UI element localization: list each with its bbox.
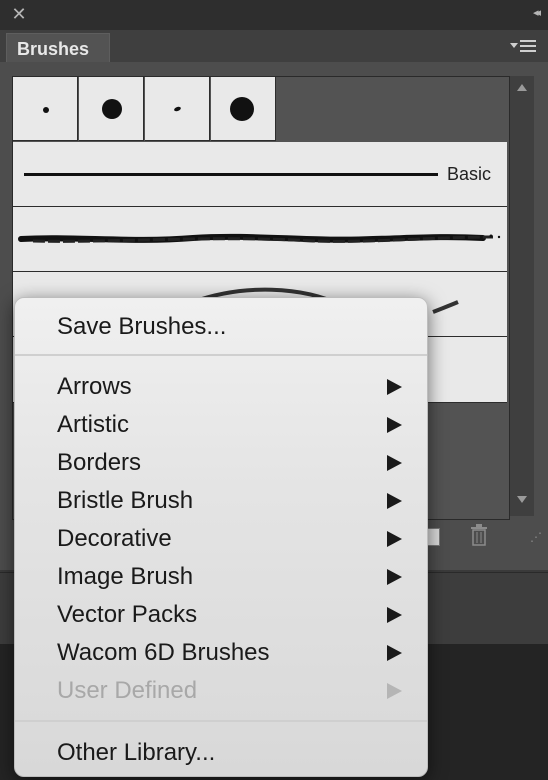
submenu-arrow-icon bbox=[387, 569, 402, 585]
menu-item-label: Bristle Brush bbox=[57, 487, 194, 514]
menu-item-label: Artistic bbox=[57, 411, 129, 438]
brush-basic-label: Basic bbox=[447, 164, 492, 184]
new-brush-icon[interactable] bbox=[426, 528, 440, 546]
menu-separator bbox=[15, 720, 427, 722]
brush-tip-small-round[interactable] bbox=[13, 77, 78, 141]
panel-titlebar: ✕ ◂◂ bbox=[0, 0, 548, 30]
basic-stroke-preview bbox=[24, 173, 438, 176]
close-icon[interactable]: ✕ bbox=[10, 5, 28, 23]
submenu-arrow-icon bbox=[387, 455, 402, 471]
menu-item-user-defined: User Defined bbox=[15, 672, 427, 710]
scroll-up-icon[interactable] bbox=[517, 84, 527, 91]
scroll-down-icon[interactable] bbox=[517, 496, 527, 503]
brush-list-scrollbar[interactable] bbox=[510, 76, 534, 516]
brush-tip-calligraphic[interactable] bbox=[145, 77, 210, 141]
submenu-arrow-icon bbox=[387, 645, 402, 661]
brush-tip-large-round[interactable] bbox=[211, 77, 276, 141]
menu-separator bbox=[15, 354, 427, 356]
tab-brushes[interactable]: Brushes bbox=[6, 33, 110, 62]
menu-item-artistic[interactable]: Artistic bbox=[15, 406, 427, 444]
brush-library-menu: Save Brushes... Arrows Artistic Borders … bbox=[14, 297, 428, 777]
submenu-arrow-icon bbox=[387, 531, 402, 547]
trash-icon[interactable] bbox=[470, 524, 488, 546]
menu-item-image-brush[interactable]: Image Brush bbox=[15, 558, 427, 596]
menu-item-label: Other Library... bbox=[57, 739, 216, 766]
brush-charcoal[interactable] bbox=[13, 207, 507, 272]
menu-item-save-brushes[interactable]: Save Brushes... bbox=[15, 308, 427, 346]
submenu-arrow-icon bbox=[387, 683, 402, 699]
brush-basic[interactable]: Basic bbox=[13, 142, 507, 207]
menu-item-bristle-brush[interactable]: Bristle Brush bbox=[15, 482, 427, 520]
menu-item-decorative[interactable]: Decorative bbox=[15, 520, 427, 558]
submenu-arrow-icon bbox=[387, 607, 402, 623]
menu-item-label: Borders bbox=[57, 449, 142, 476]
menu-item-label: Wacom 6D Brushes bbox=[57, 639, 270, 666]
menu-item-label: User Defined bbox=[57, 677, 198, 704]
menu-item-wacom-6d-brushes[interactable]: Wacom 6D Brushes bbox=[15, 634, 427, 672]
menu-item-borders[interactable]: Borders bbox=[15, 444, 427, 482]
tab-strip: Brushes bbox=[0, 30, 548, 62]
menu-item-label: Decorative bbox=[57, 525, 172, 552]
panel-menu-icon[interactable] bbox=[510, 38, 540, 54]
tab-brushes-label: Brushes bbox=[17, 39, 90, 59]
menu-item-vector-packs[interactable]: Vector Packs bbox=[15, 596, 427, 634]
brush-tip-medium-round[interactable] bbox=[79, 77, 144, 141]
charcoal-stroke-preview bbox=[18, 233, 501, 243]
submenu-arrow-icon bbox=[387, 417, 402, 433]
resize-grip-icon[interactable]: ⋰ bbox=[530, 530, 542, 544]
submenu-arrow-icon bbox=[387, 379, 402, 395]
menu-item-arrows[interactable]: Arrows bbox=[15, 368, 427, 406]
menu-item-label: Arrows bbox=[57, 373, 132, 400]
menu-item-label: Save Brushes... bbox=[57, 313, 227, 340]
menu-item-label: Vector Packs bbox=[57, 601, 198, 628]
submenu-arrow-icon bbox=[387, 493, 402, 509]
menu-item-label: Image Brush bbox=[57, 563, 194, 590]
menu-item-other-library[interactable]: Other Library... bbox=[15, 734, 427, 772]
collapse-panel-icon[interactable]: ◂◂ bbox=[533, 6, 541, 19]
